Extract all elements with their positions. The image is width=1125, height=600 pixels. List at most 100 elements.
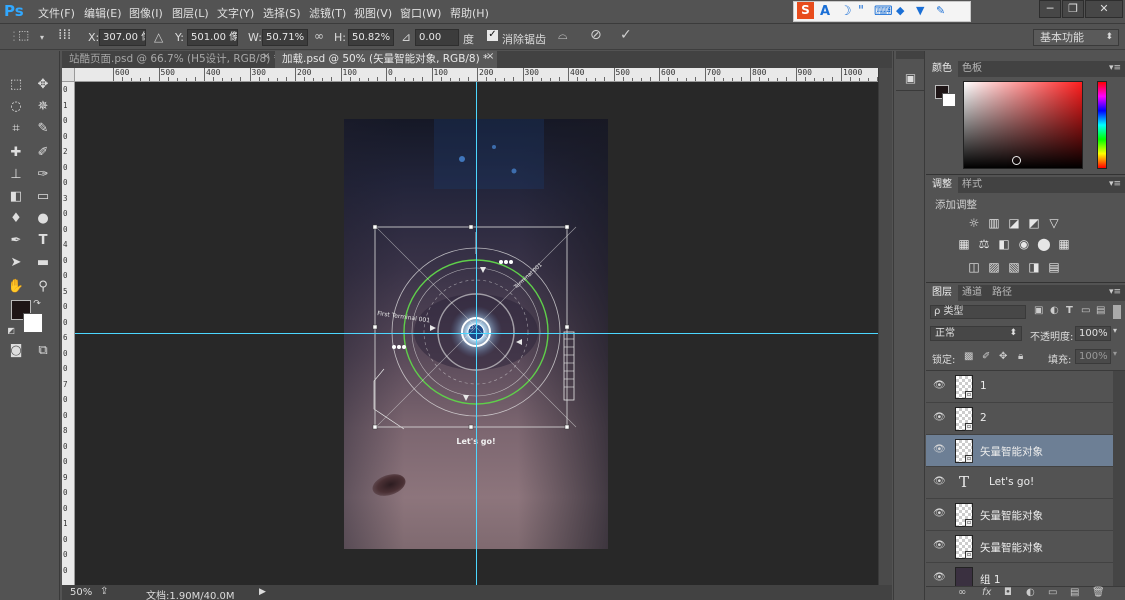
- horizontal-guide[interactable]: [75, 333, 878, 334]
- canvas-area[interactable]: First Terminal 001 Terminal 001 Let's go…: [75, 82, 878, 586]
- blend-mode-select[interactable]: 正常 ⬍: [930, 326, 1022, 341]
- brush-tool-icon[interactable]: ✐: [32, 143, 54, 163]
- ruler-origin[interactable]: [62, 68, 75, 82]
- menu-view[interactable]: 视图(V): [354, 5, 392, 21]
- spot-healing-tool-icon[interactable]: ✚: [5, 143, 27, 163]
- layer-row[interactable]: 👁 ▫ 矢量智能对象: [926, 531, 1113, 563]
- clone-stamp-tool-icon[interactable]: ⊥: [5, 165, 27, 185]
- tab-adjustments[interactable]: 调整: [926, 177, 958, 193]
- status-menu-arrow-icon[interactable]: ▶: [259, 587, 266, 597]
- link-icon[interactable]: ∞: [314, 29, 324, 43]
- panel-menu-icon[interactable]: ▾≡: [1109, 287, 1121, 297]
- tab-zhanku-page[interactable]: 站酷页面.psd @ 66.7% (H5设计, RGB/8) *: [62, 51, 279, 68]
- menu-file[interactable]: 文件(F): [38, 5, 75, 21]
- add-mask-icon[interactable]: ◘: [1004, 587, 1012, 598]
- workspace-select[interactable]: 基本功能 ⬍: [1033, 29, 1119, 46]
- zoom-level[interactable]: 50%: [70, 587, 92, 598]
- channel-mixer-icon[interactable]: ⬤: [1036, 238, 1052, 251]
- tab-loading-psd[interactable]: 加载.psd @ 50% (矢量智能对象, RGB/8) *: [275, 51, 497, 68]
- history-icon[interactable]: ▣: [903, 71, 918, 86]
- exposure-icon[interactable]: ◩: [1026, 217, 1042, 230]
- eye-icon[interactable]: 👁: [933, 572, 946, 584]
- layers-scrollbar[interactable]: [1113, 371, 1125, 589]
- color-lookup-icon[interactable]: ▦: [1056, 238, 1072, 251]
- background-color-swatch[interactable]: [942, 93, 956, 107]
- default-colors-icon[interactable]: ◩: [6, 321, 16, 341]
- antialias-checkbox[interactable]: ✓: [487, 30, 498, 41]
- delete-layer-icon[interactable]: 🗑︎: [1092, 587, 1105, 598]
- warp-icon[interactable]: ⌓: [558, 28, 568, 43]
- layer-row[interactable]: 👁 ▫ 矢量智能对象: [926, 499, 1113, 531]
- pen-tool-icon[interactable]: ✒: [5, 231, 27, 251]
- layer-filter-select[interactable]: ρ 类型: [930, 305, 1026, 319]
- transform-tool-icon[interactable]: ⬚: [18, 28, 29, 42]
- restore-button[interactable]: ❐: [1062, 0, 1084, 18]
- posterize-icon[interactable]: ▨: [986, 261, 1002, 274]
- ime-toolbar[interactable]: S A ☽ " ⌨ ◆ ▼ ✎: [793, 1, 971, 22]
- commit-transform-icon[interactable]: ✓: [620, 27, 632, 43]
- vibrance-icon[interactable]: ▽: [1046, 217, 1062, 230]
- curves-icon[interactable]: ◪: [1006, 217, 1022, 230]
- color-picker-cursor[interactable]: [1012, 156, 1021, 165]
- eye-icon[interactable]: 👁: [933, 444, 946, 456]
- ime-shirt-icon[interactable]: ▼: [916, 4, 924, 17]
- lock-transparency-icon[interactable]: ▩: [964, 351, 973, 362]
- eyedropper-tool-icon[interactable]: ✎: [32, 119, 54, 139]
- menu-type[interactable]: 文字(Y): [217, 5, 254, 21]
- height-field[interactable]: 50.82%: [348, 29, 394, 46]
- transform-handle[interactable]: [372, 324, 378, 330]
- background-color-swatch[interactable]: [23, 313, 43, 333]
- ime-moon-icon[interactable]: ☽: [840, 4, 852, 19]
- transform-handle[interactable]: [564, 324, 570, 330]
- menu-layer[interactable]: 图层(L): [172, 5, 209, 21]
- tab-styles[interactable]: 样式: [956, 177, 988, 193]
- filter-type-icon[interactable]: T: [1066, 305, 1073, 316]
- transform-handle[interactable]: [372, 424, 378, 430]
- layer-row[interactable]: 👁 ▫ 2: [926, 403, 1113, 435]
- screen-mode-icon[interactable]: ⧉: [32, 341, 54, 361]
- filter-smart-object-icon[interactable]: ▤: [1096, 305, 1105, 316]
- new-layer-icon[interactable]: ▤: [1070, 587, 1079, 598]
- menu-window[interactable]: 窗口(W): [400, 5, 441, 21]
- tab-paths[interactable]: 路径: [986, 285, 1018, 301]
- new-adjustment-icon[interactable]: ◐: [1026, 587, 1035, 598]
- close-button[interactable]: ✕: [1085, 0, 1123, 18]
- path-selection-tool-icon[interactable]: ➤: [5, 253, 27, 273]
- rectangle-tool-icon[interactable]: ▬: [32, 253, 54, 273]
- tab-layers[interactable]: 图层: [926, 285, 958, 301]
- delta-icon[interactable]: △: [154, 30, 163, 44]
- close-tab-icon[interactable]: ×: [486, 51, 494, 62]
- threshold-icon[interactable]: ▧: [1006, 261, 1022, 274]
- layer-name[interactable]: 矢量智能对象: [980, 540, 1043, 555]
- ime-skin-icon[interactable]: ◆: [896, 4, 904, 17]
- transform-handle[interactable]: [564, 224, 570, 230]
- photo-filter-icon[interactable]: ◉: [1016, 238, 1032, 251]
- reference-point-icon[interactable]: ⁞⁞⁞: [58, 27, 71, 43]
- eye-icon[interactable]: 👁: [933, 508, 946, 520]
- swap-colors-icon[interactable]: ↷: [31, 294, 43, 314]
- crop-tool-icon[interactable]: ⌗: [5, 119, 27, 139]
- vertical-scrollbar[interactable]: [878, 68, 892, 586]
- menu-select[interactable]: 选择(S): [263, 5, 301, 21]
- fx-icon[interactable]: fx: [982, 587, 991, 598]
- layer-name[interactable]: Let's go!: [989, 476, 1034, 488]
- width-field[interactable]: 50.71%: [262, 29, 308, 46]
- panel-menu-icon[interactable]: ▾≡: [1109, 63, 1121, 73]
- hue-saturation-icon[interactable]: ▦: [956, 238, 972, 251]
- hue-slider[interactable]: [1097, 81, 1107, 169]
- eye-icon[interactable]: 👁: [933, 380, 946, 392]
- history-brush-tool-icon[interactable]: ✑: [32, 165, 54, 185]
- fill-dropdown-icon[interactable]: ▾: [1113, 349, 1117, 358]
- link-layers-icon[interactable]: ∞: [958, 587, 966, 598]
- gradient-map-icon[interactable]: ▤: [1046, 261, 1062, 274]
- cancel-transform-icon[interactable]: ⊘: [590, 27, 602, 43]
- levels-icon[interactable]: ▥: [986, 217, 1002, 230]
- eye-icon[interactable]: 👁: [933, 476, 946, 488]
- y-field[interactable]: 501.00 像素: [187, 29, 238, 46]
- marquee-tool-icon[interactable]: ⬚: [5, 75, 27, 95]
- ime-english-icon[interactable]: A: [820, 4, 830, 19]
- layer-row[interactable]: 👁 T Let's go!: [926, 467, 1113, 499]
- filter-adjustment-icon[interactable]: ◐: [1050, 305, 1059, 316]
- eye-icon[interactable]: 👁: [933, 540, 946, 552]
- tab-swatches[interactable]: 色板: [956, 61, 988, 77]
